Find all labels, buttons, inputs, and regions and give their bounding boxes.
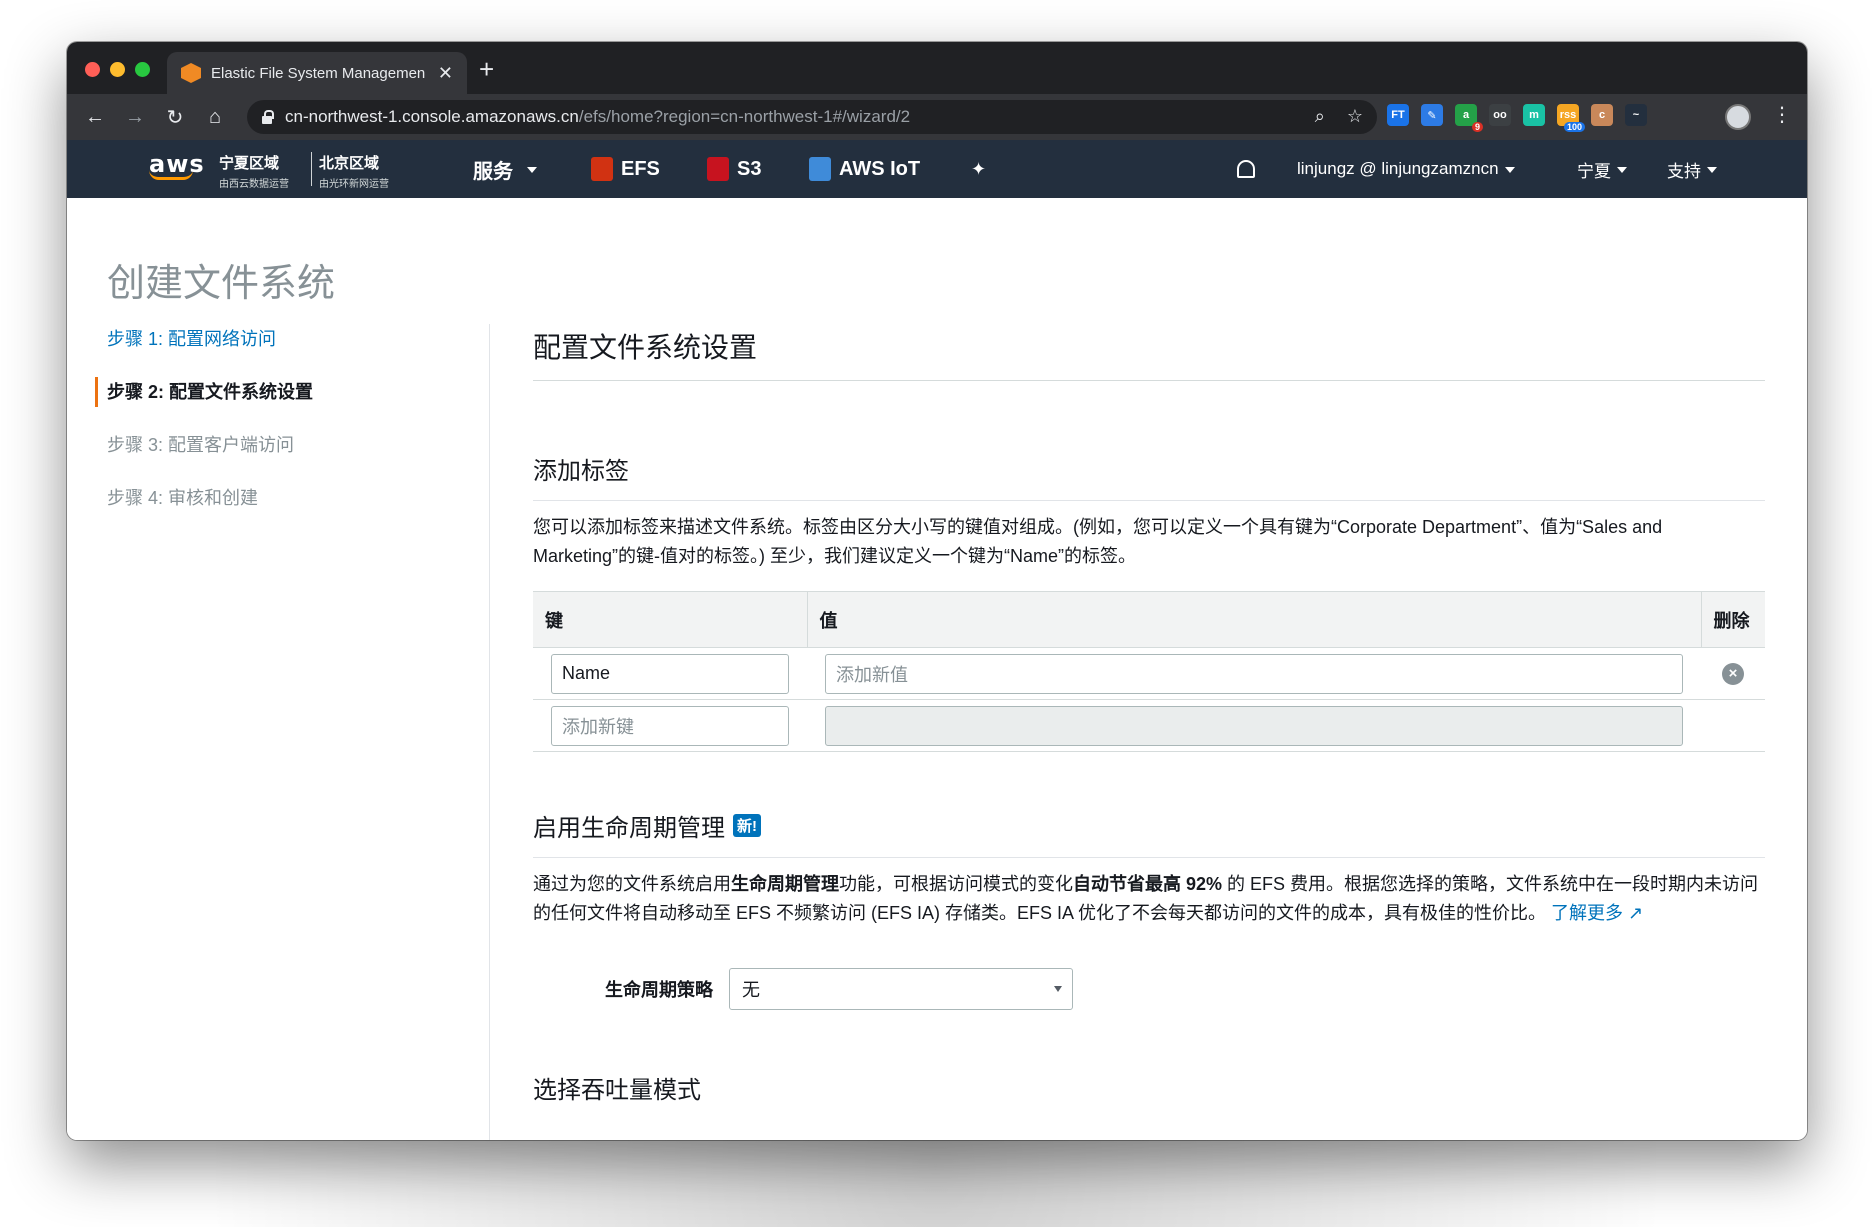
s3-service-icon [707, 157, 729, 181]
back-icon[interactable]: ← [75, 106, 115, 129]
table-row: Name 添加新值 × [533, 647, 1765, 700]
step-3-disabled: 步骤 3: 配置客户端访问 [107, 435, 295, 455]
region-beijing-info: 北京区域 由光环新网运营 [319, 155, 389, 190]
lifecycle-policy-select[interactable]: 无 [729, 968, 1073, 1010]
aws-favicon-icon [181, 63, 201, 83]
url-path: /efs/home?region=cn-northwest-1#/wizard/… [578, 107, 911, 126]
close-tab-icon[interactable]: ✕ [438, 63, 453, 84]
extension-badge: 100 [1563, 122, 1585, 132]
aws-logo[interactable]: aws [149, 150, 205, 180]
table-row: 添加新键 [533, 699, 1765, 752]
learn-more-link[interactable]: 了解更多 ↗ [1551, 903, 1643, 923]
shortcut-s3[interactable]: S3 [707, 140, 761, 198]
page-title: 创建文件系统 [107, 263, 336, 305]
tags-description: 您可以添加标签来描述文件系统。标签由区分大小写的键值对组成。(例如，您可以定义一… [533, 517, 1663, 566]
efs-service-icon [591, 157, 613, 181]
support-menu[interactable]: 支持 [1667, 140, 1717, 198]
tag-value-input[interactable]: 添加新值 [825, 653, 1683, 694]
step-4-disabled: 步骤 4: 审核和创建 [107, 488, 259, 508]
region-menu[interactable]: 宁夏 [1577, 140, 1627, 198]
minimize-window-button[interactable] [110, 62, 125, 77]
browser-window: Elastic File System Managemen ✕ + ← → ↻ … [67, 42, 1807, 1140]
extensions-bar: FT ✎ a 9 oo m rss 100 c ~ [1387, 104, 1647, 132]
step-1-link[interactable]: 步骤 1: 配置网络访问 [107, 328, 427, 381]
aws-console-nav: aws 宁夏区域 由西云数据运营 北京区域 由光环新网运营 服务 EFS S3 … [67, 140, 1807, 198]
extension-icon[interactable]: oo [1489, 104, 1511, 126]
external-link-icon: ↗ [1628, 903, 1644, 923]
steps-divider [489, 324, 490, 1140]
browser-menu-icon[interactable]: ⋮ [1772, 102, 1792, 127]
column-value-header: 值 [806, 591, 1701, 648]
iot-service-icon [809, 157, 831, 181]
tab-title: Elastic File System Managemen [211, 64, 426, 82]
dropdown-arrow-icon [1054, 986, 1062, 992]
tags-heading: 添加标签 [533, 451, 1765, 501]
forward-icon[interactable]: → [115, 106, 155, 129]
region-divider [311, 152, 312, 186]
account-menu[interactable]: linjungz @ linjungzamzncn [1297, 140, 1515, 198]
extension-icon[interactable]: m [1523, 104, 1545, 126]
profile-avatar[interactable] [1725, 104, 1751, 130]
new-tag-key-input[interactable]: 添加新键 [551, 705, 789, 746]
extension-icon[interactable]: rss 100 [1557, 104, 1585, 132]
section-heading: 配置文件系统设置 [533, 326, 1765, 381]
chevron-down-icon [1504, 167, 1515, 173]
zoom-icon[interactable]: ⌕ [1315, 106, 1325, 127]
throughput-heading: 选择吞吐量模式 [533, 1077, 701, 1104]
chevron-down-icon [1707, 167, 1717, 173]
lifecycle-heading: 启用生命周期管理 新! [533, 808, 1765, 858]
services-menu[interactable]: 服务 [473, 140, 537, 198]
lifecycle-policy-row: 生命周期策略 无 [533, 968, 1765, 1010]
notifications-bell-icon[interactable] [1237, 140, 1255, 198]
page-content: 创建文件系统 步骤 1: 配置网络访问 步骤 2: 配置文件系统设置 步骤 3:… [67, 198, 1807, 1140]
extension-badge: 9 [1471, 122, 1483, 132]
lifecycle-description: 通过为您的文件系统启用生命周期管理功能，可根据访问模式的变化自动节省最高 92%… [533, 874, 1759, 923]
column-key-header: 键 [533, 591, 807, 648]
bookmark-star-icon[interactable]: ☆ [1347, 106, 1363, 127]
pin-icon[interactable]: ✦ [971, 140, 986, 198]
chevron-down-icon [527, 167, 537, 173]
extension-icon[interactable]: FT [1387, 104, 1409, 126]
extension-icon[interactable]: a9 [1455, 104, 1483, 132]
shortcut-aws-iot[interactable]: AWS IoT [809, 140, 920, 198]
column-delete-header: 删除 [1700, 591, 1765, 648]
wizard-steps: 步骤 1: 配置网络访问 步骤 2: 配置文件系统设置 步骤 3: 配置客户端访… [95, 328, 427, 540]
delete-tag-icon[interactable]: × [1722, 662, 1744, 685]
extension-icon[interactable]: c [1591, 104, 1613, 126]
browser-tab[interactable]: Elastic File System Managemen ✕ [167, 52, 467, 94]
reload-icon[interactable]: ↻ [155, 105, 195, 130]
extension-icon[interactable]: ~ [1625, 104, 1647, 126]
wizard-main: 配置文件系统设置 添加标签 您可以添加标签来描述文件系统。标签由区分大小写的键值… [533, 326, 1765, 1119]
lock-icon [261, 110, 274, 124]
address-bar-row: ← → ↻ ⌂ cn-northwest-1.console.amazonaws… [67, 94, 1807, 140]
new-tag-value-input-disabled [825, 705, 1683, 746]
new-badge: 新! [733, 814, 761, 837]
chevron-down-icon [1617, 167, 1627, 173]
url-bar[interactable]: cn-northwest-1.console.amazonaws.cn/efs/… [247, 100, 1377, 134]
window-controls [85, 62, 150, 77]
new-tab-button[interactable]: + [479, 56, 494, 82]
tag-key-input[interactable]: Name [551, 653, 789, 694]
lifecycle-policy-label: 生命周期策略 [605, 980, 713, 1000]
maximize-window-button[interactable] [135, 62, 150, 77]
tab-strip: Elastic File System Managemen ✕ + [67, 42, 1807, 94]
shortcut-efs[interactable]: EFS [591, 140, 660, 198]
extension-icon[interactable]: ✎ [1421, 104, 1443, 126]
close-window-button[interactable] [85, 62, 100, 77]
url-host: cn-northwest-1.console.amazonaws.cn [285, 107, 579, 126]
region-ningxia-info: 宁夏区域 由西云数据运营 [219, 155, 289, 190]
tags-table: 键 值 删除 Name 添加新值 × 添加新键 [533, 591, 1765, 752]
home-icon[interactable]: ⌂ [195, 106, 235, 129]
step-2-current: 步骤 2: 配置文件系统设置 [95, 377, 427, 434]
